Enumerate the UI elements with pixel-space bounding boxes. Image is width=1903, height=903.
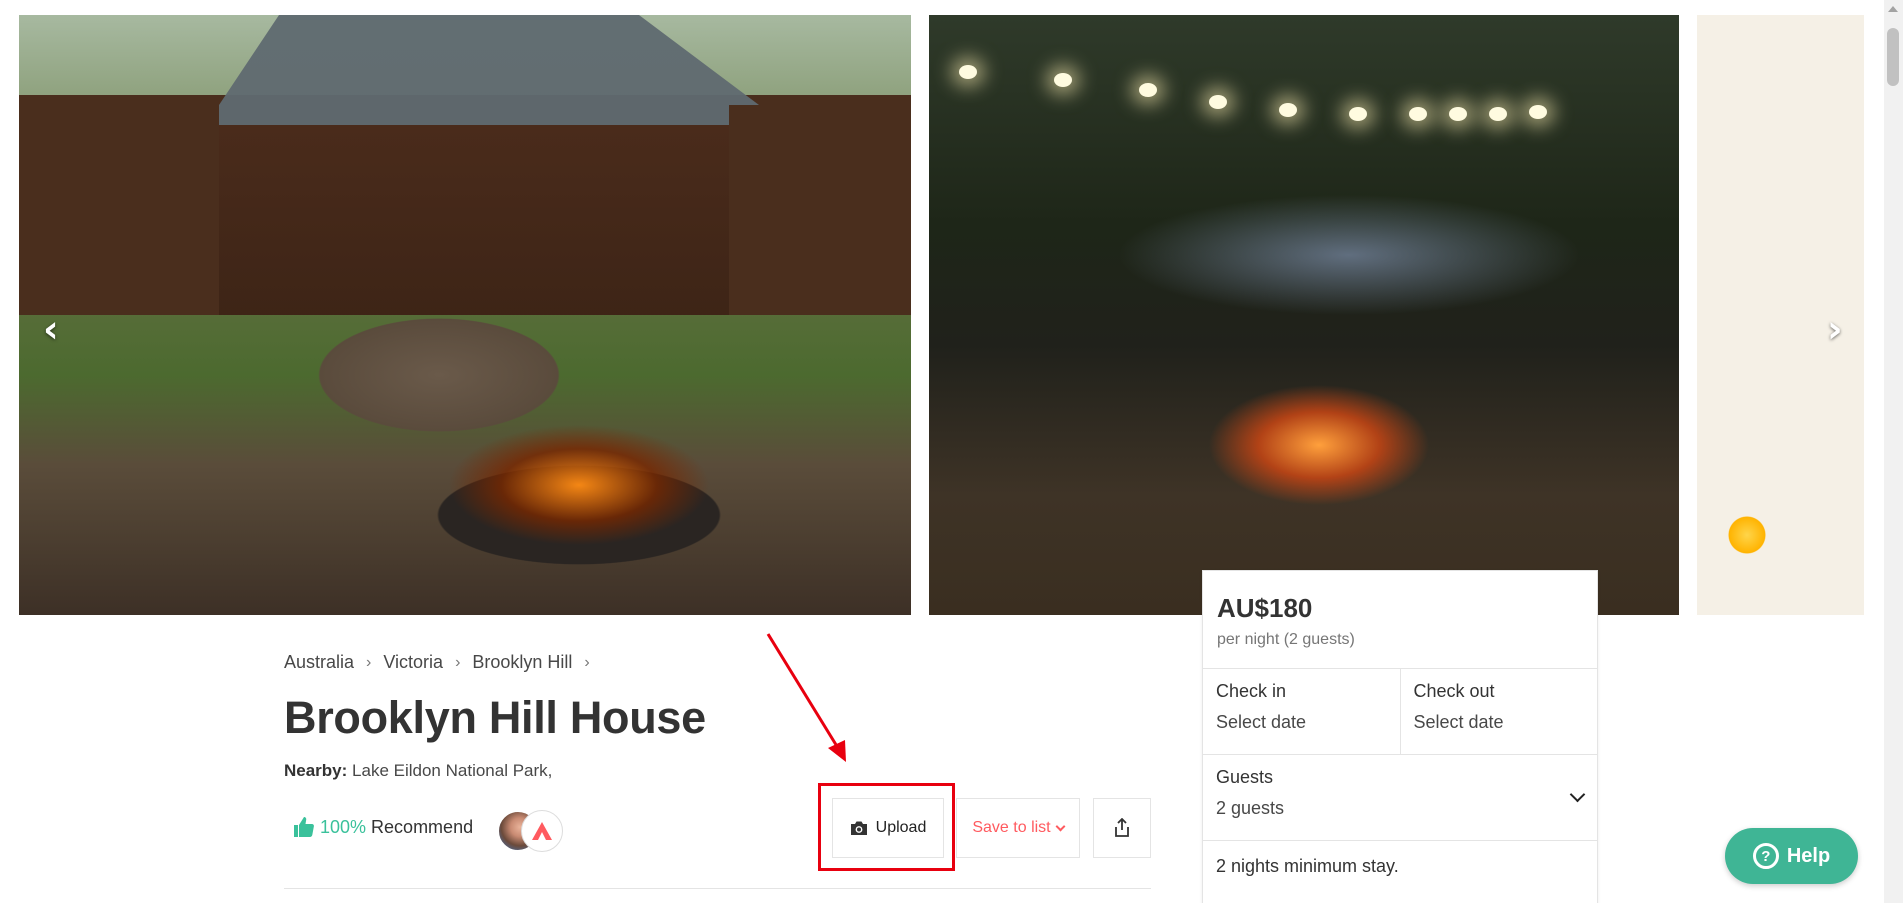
avatar-logo[interactable] <box>521 810 563 852</box>
chevron-right-icon[interactable]: › <box>1827 310 1843 348</box>
annotation-highlight-box <box>818 783 955 871</box>
gallery-photo-concert[interactable] <box>929 15 1679 615</box>
nightly-price: AU$180 <box>1217 593 1313 623</box>
guests-selector[interactable]: Guests 2 guests <box>1203 754 1597 840</box>
booking-card: AU$180 per night (2 guests) Check in Sel… <box>1202 570 1598 903</box>
photo-gallery[interactable]: ‹ › <box>19 15 1864 615</box>
share-button[interactable] <box>1093 798 1151 858</box>
checkin-field[interactable]: Check in Select date <box>1203 669 1400 754</box>
section-divider <box>284 888 1151 889</box>
gallery-photo-cabin[interactable] <box>19 15 911 615</box>
checkin-label: Check in <box>1216 681 1287 701</box>
breadcrumb-separator: › <box>584 653 590 671</box>
breadcrumb: Australia › Victoria › Brooklyn Hill › <box>284 652 590 673</box>
guests-value: 2 guests <box>1216 798 1285 818</box>
price-unit: per night (2 guests) <box>1217 631 1355 648</box>
nearby-info: Nearby: Lake Eildon National Park, <box>284 761 552 781</box>
minimum-stay-note: 2 nights minimum stay. <box>1203 840 1597 892</box>
date-selector: Check in Select date Check out Select da… <box>1203 668 1597 754</box>
breadcrumb-separator: › <box>366 653 372 671</box>
scroll-up-arrow-icon[interactable] <box>1888 6 1898 12</box>
thumbs-up-icon <box>294 817 314 837</box>
breadcrumb-item-victoria[interactable]: Victoria <box>383 652 443 673</box>
question-icon: ? <box>1752 843 1779 869</box>
checkout-label: Check out <box>1413 681 1495 701</box>
chevron-down-icon <box>1055 821 1066 831</box>
checkout-field[interactable]: Check out Select date <box>1399 669 1598 754</box>
breadcrumb-item-brooklyn-hill[interactable]: Brooklyn Hill <box>472 652 572 673</box>
cabin-shape <box>219 15 759 315</box>
recommend-percent: 100% <box>320 816 367 837</box>
host-avatars <box>497 810 567 854</box>
checkin-value: Select date <box>1216 712 1307 732</box>
save-to-list-label: Save to list <box>972 819 1051 836</box>
help-button[interactable]: ? Help <box>1725 828 1858 884</box>
breadcrumb-item-australia[interactable]: Australia <box>284 652 354 673</box>
breadcrumb-separator: › <box>455 653 461 671</box>
scrollbar-thumb[interactable] <box>1887 28 1899 86</box>
save-to-list-button[interactable]: Save to list <box>956 798 1080 858</box>
string-lights <box>959 65 1559 125</box>
share-icon <box>1115 818 1129 837</box>
guests-label: Guests <box>1216 767 1274 787</box>
checkout-value: Select date <box>1413 712 1504 732</box>
nearby-value: Lake Eildon National Park, <box>352 761 553 780</box>
page-scrollbar[interactable] <box>1884 0 1903 903</box>
recommend-label: Recommend <box>371 816 474 837</box>
recommend-stat: 100% Recommend <box>292 815 473 839</box>
help-label: Help <box>1786 844 1831 867</box>
brand-logo-icon <box>532 822 552 840</box>
chevron-left-icon[interactable]: ‹ <box>43 310 59 348</box>
page-title: Brooklyn Hill House <box>284 692 706 743</box>
nearby-label: Nearby: <box>284 761 348 780</box>
